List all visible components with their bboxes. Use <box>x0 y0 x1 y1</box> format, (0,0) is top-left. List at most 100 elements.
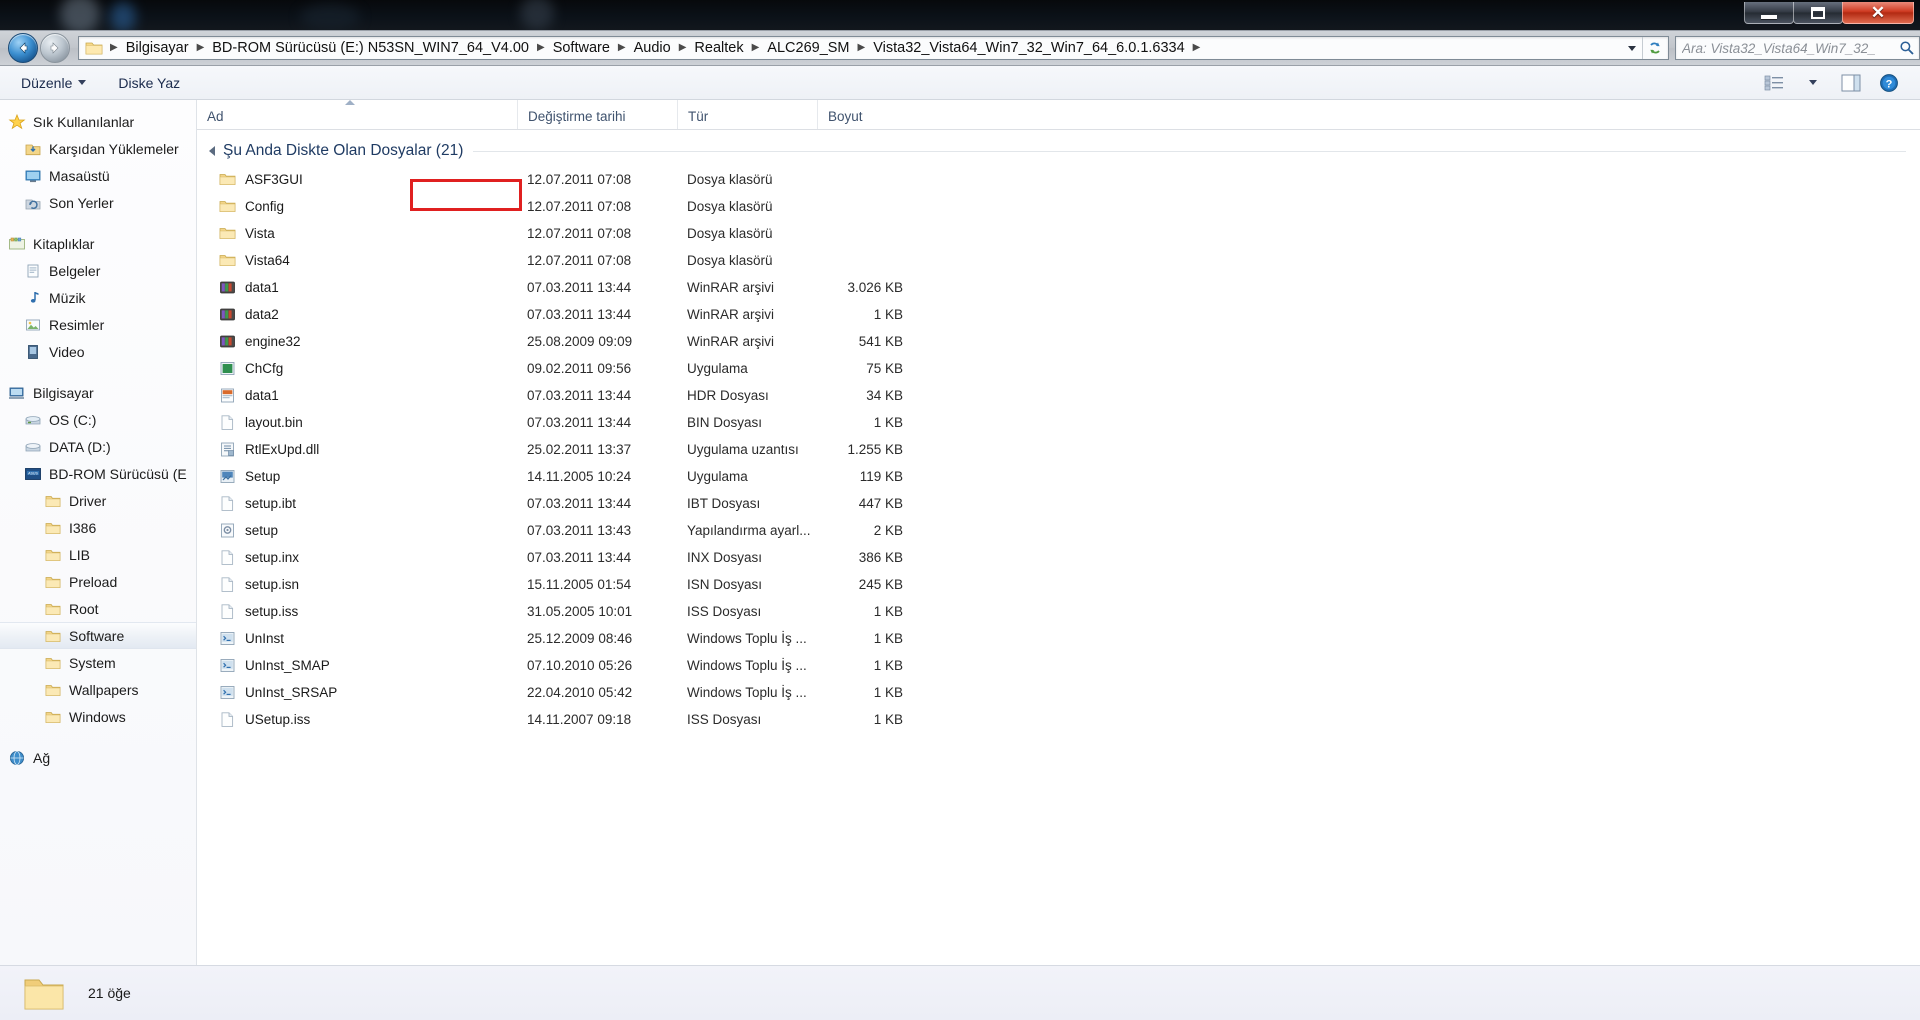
sidebar-item-os-c[interactable]: OS (C:) <box>0 406 196 433</box>
breadcrumb-item-alc269[interactable]: ALC269_SM <box>763 37 853 59</box>
file-name-cell[interactable]: USetup.iss <box>197 706 517 733</box>
breadcrumb-item-software[interactable]: Software <box>549 37 614 59</box>
sidebar-item-driver[interactable]: Driver <box>0 487 196 514</box>
search-input[interactable]: Ara: Vista32_Vista64_Win7_32_ <box>1682 41 1899 56</box>
sidebar-item-system[interactable]: System <box>0 649 196 676</box>
table-row[interactable]: setup 07.03.2011 13:43 Yapılandırma ayarl.… <box>197 517 1920 544</box>
navigation-pane[interactable]: Sık Kullanılanlar Karşıdan Yüklemeler Ma… <box>0 100 197 965</box>
table-row[interactable]: data1 07.03.2011 13:44 WinRAR arşivi 3.026 … <box>197 274 1920 301</box>
close-button[interactable]: ✕ <box>1842 2 1914 24</box>
file-name-cell[interactable]: ChCfg <box>197 355 517 382</box>
minimize-button[interactable] <box>1744 2 1794 24</box>
table-row[interactable]: setup.iss 31.05.2005 10:01 ISS Dosyası 1 KB <box>197 598 1920 625</box>
table-row[interactable]: Config 12.07.2011 07:08 Dosya klasörü <box>197 193 1920 220</box>
preview-pane-button[interactable] <box>1834 70 1868 96</box>
sidebar-item-bd-rom[interactable]: ASUS BD-ROM Sürücüsü (E <box>0 460 196 487</box>
sidebar-item-pictures[interactable]: Resimler <box>0 311 196 338</box>
file-type-cell: Uygulama <box>677 355 817 382</box>
table-row[interactable]: ASF3GUI 12.07.2011 07:08 Dosya klasörü <box>197 166 1920 193</box>
table-row[interactable]: UnInst_SRSAP 22.04.2010 05:42 Windows Topl… <box>197 679 1920 706</box>
burn-to-disc-button[interactable]: Diske Yaz <box>107 70 191 96</box>
file-name-cell[interactable]: Vista <box>197 220 517 247</box>
file-name-cell[interactable]: data1 <box>197 274 517 301</box>
sidebar-item-data-d[interactable]: DATA (D:) <box>0 433 196 460</box>
file-name-cell[interactable]: data1 <box>197 382 517 409</box>
breadcrumb-item-bd-rom[interactable]: BD-ROM Sürücüsü (E:) N53SN_WIN7_64_V4.00 <box>208 37 533 59</box>
table-row[interactable]: layout.bin 07.03.2011 13:44 BIN Dosyası 1 K… <box>197 409 1920 436</box>
sidebar-item-desktop[interactable]: Masaüstü <box>0 162 196 189</box>
sidebar-group-libraries[interactable]: Kitaplıklar <box>0 230 196 257</box>
breadcrumb-item-realtek[interactable]: Realtek <box>690 37 747 59</box>
table-row[interactable]: Vista64 12.07.2011 07:08 Dosya klasörü <box>197 247 1920 274</box>
sidebar-group-computer[interactable]: Bilgisayar <box>0 379 196 406</box>
sidebar-item-windows[interactable]: Windows <box>0 703 196 730</box>
table-row[interactable]: Setup 14.11.2005 10:24 Uygulama 119 KB <box>197 463 1920 490</box>
breadcrumb-item-audio[interactable]: Audio <box>630 37 675 59</box>
help-button[interactable]: ? <box>1872 70 1906 96</box>
column-header-date[interactable]: Değiştirme tarihi <box>517 100 677 129</box>
file-size-label: 1 KB <box>873 685 903 700</box>
file-name-cell[interactable]: RtlExUpd.dll <box>197 436 517 463</box>
back-button[interactable] <box>8 33 38 63</box>
forward-button[interactable] <box>40 33 70 63</box>
file-name-cell[interactable]: ASF3GUI <box>197 166 517 193</box>
breadcrumb-item-bilgisayar[interactable]: Bilgisayar <box>122 37 193 59</box>
file-name-cell[interactable]: Vista64 <box>197 247 517 274</box>
organize-button[interactable]: Düzenle <box>10 70 97 96</box>
file-name-cell[interactable]: setup.iss <box>197 598 517 625</box>
sidebar-group-network[interactable]: Ağ <box>0 744 196 771</box>
file-name-cell[interactable]: setup.ibt <box>197 490 517 517</box>
sidebar-item-preload[interactable]: Preload <box>0 568 196 595</box>
table-row[interactable]: setup.isn 15.11.2005 01:54 ISN Dosyası 245 … <box>197 571 1920 598</box>
change-view-button[interactable] <box>1758 70 1792 96</box>
table-row[interactable]: Vista 12.07.2011 07:08 Dosya klasörü <box>197 220 1920 247</box>
collapse-triangle-icon[interactable] <box>209 146 215 156</box>
sidebar-item-downloads[interactable]: Karşıdan Yüklemeler <box>0 135 196 162</box>
sidebar-item-lib[interactable]: LIB <box>0 541 196 568</box>
file-group-header[interactable]: Şu Anda Diskte Olan Dosyalar (21) <box>197 136 1920 166</box>
file-name-cell[interactable]: setup.inx <box>197 544 517 571</box>
sidebar-item-root[interactable]: Root <box>0 595 196 622</box>
file-name-cell[interactable]: layout.bin <box>197 409 517 436</box>
file-list-pane[interactable]: Ad Değiştirme tarihi Tür Boyut Şu Anda D… <box>197 100 1920 965</box>
sidebar-item-software[interactable]: Software <box>0 622 196 649</box>
table-row[interactable]: engine32 25.08.2009 09:09 WinRAR arşivi 541… <box>197 328 1920 355</box>
table-row[interactable]: RtlExUpd.dll 25.02.2011 13:37 Uygulama uza… <box>197 436 1920 463</box>
breadcrumb-bar[interactable]: ▶ Bilgisayar ▶ BD-ROM Sürücüsü (E:) N53S… <box>78 36 1669 60</box>
refresh-button[interactable] <box>1642 37 1666 59</box>
sidebar-item-wallpapers[interactable]: Wallpapers <box>0 676 196 703</box>
file-name-cell[interactable]: Config <box>197 193 517 220</box>
table-row[interactable]: setup.inx 07.03.2011 13:44 INX Dosyası 386 … <box>197 544 1920 571</box>
search-box[interactable]: Ara: Vista32_Vista64_Win7_32_ <box>1675 36 1920 60</box>
file-name-cell[interactable]: UnInst <box>197 625 517 652</box>
table-row[interactable]: ChCfg 09.02.2011 09:56 Uygulama 75 KB <box>197 355 1920 382</box>
sidebar-item-video[interactable]: Video <box>0 338 196 365</box>
sidebar-item-music[interactable]: Müzik <box>0 284 196 311</box>
sidebar-item-i386[interactable]: I386 <box>0 514 196 541</box>
file-name-cell[interactable]: setup.isn <box>197 571 517 598</box>
file-name-cell[interactable]: setup <box>197 517 517 544</box>
breadcrumb-history-dropdown[interactable] <box>1622 37 1642 59</box>
column-header-name[interactable]: Ad <box>197 100 517 129</box>
maximize-button[interactable] <box>1793 2 1843 24</box>
column-header-type[interactable]: Tür <box>677 100 817 129</box>
sidebar-item-documents[interactable]: Belgeler <box>0 257 196 284</box>
file-name-cell[interactable]: data2 <box>197 301 517 328</box>
file-name-label: layout.bin <box>245 415 303 430</box>
column-header-size[interactable]: Boyut <box>817 100 915 129</box>
table-row[interactable]: UnInst_SMAP 07.10.2010 05:26 Windows Toplu… <box>197 652 1920 679</box>
file-name-cell[interactable]: UnInst_SRSAP <box>197 679 517 706</box>
table-row[interactable]: USetup.iss 14.11.2007 09:18 ISS Dosyası 1 K… <box>197 706 1920 733</box>
view-dropdown-button[interactable] <box>1796 70 1830 96</box>
breadcrumb-item-vista32[interactable]: Vista32_Vista64_Win7_32_Win7_64_6.0.1.63… <box>869 37 1188 59</box>
file-name-cell[interactable]: engine32 <box>197 328 517 355</box>
sidebar-item-recent-places[interactable]: Son Yerler <box>0 189 196 216</box>
table-row[interactable]: data1 07.03.2011 13:44 HDR Dosyası 34 KB <box>197 382 1920 409</box>
sidebar-group-favorites[interactable]: Sık Kullanılanlar <box>0 108 196 135</box>
table-row[interactable]: data2 07.03.2011 13:44 WinRAR arşivi 1 KB <box>197 301 1920 328</box>
table-row[interactable]: setup.ibt 07.03.2011 13:44 IBT Dosyası 447 … <box>197 490 1920 517</box>
file-name-cell[interactable]: UnInst_SMAP <box>197 652 517 679</box>
file-name-cell[interactable]: Setup <box>197 463 517 490</box>
file-name-label: USetup.iss <box>245 712 311 727</box>
table-row[interactable]: UnInst 25.12.2009 08:46 Windows Toplu İş .… <box>197 625 1920 652</box>
